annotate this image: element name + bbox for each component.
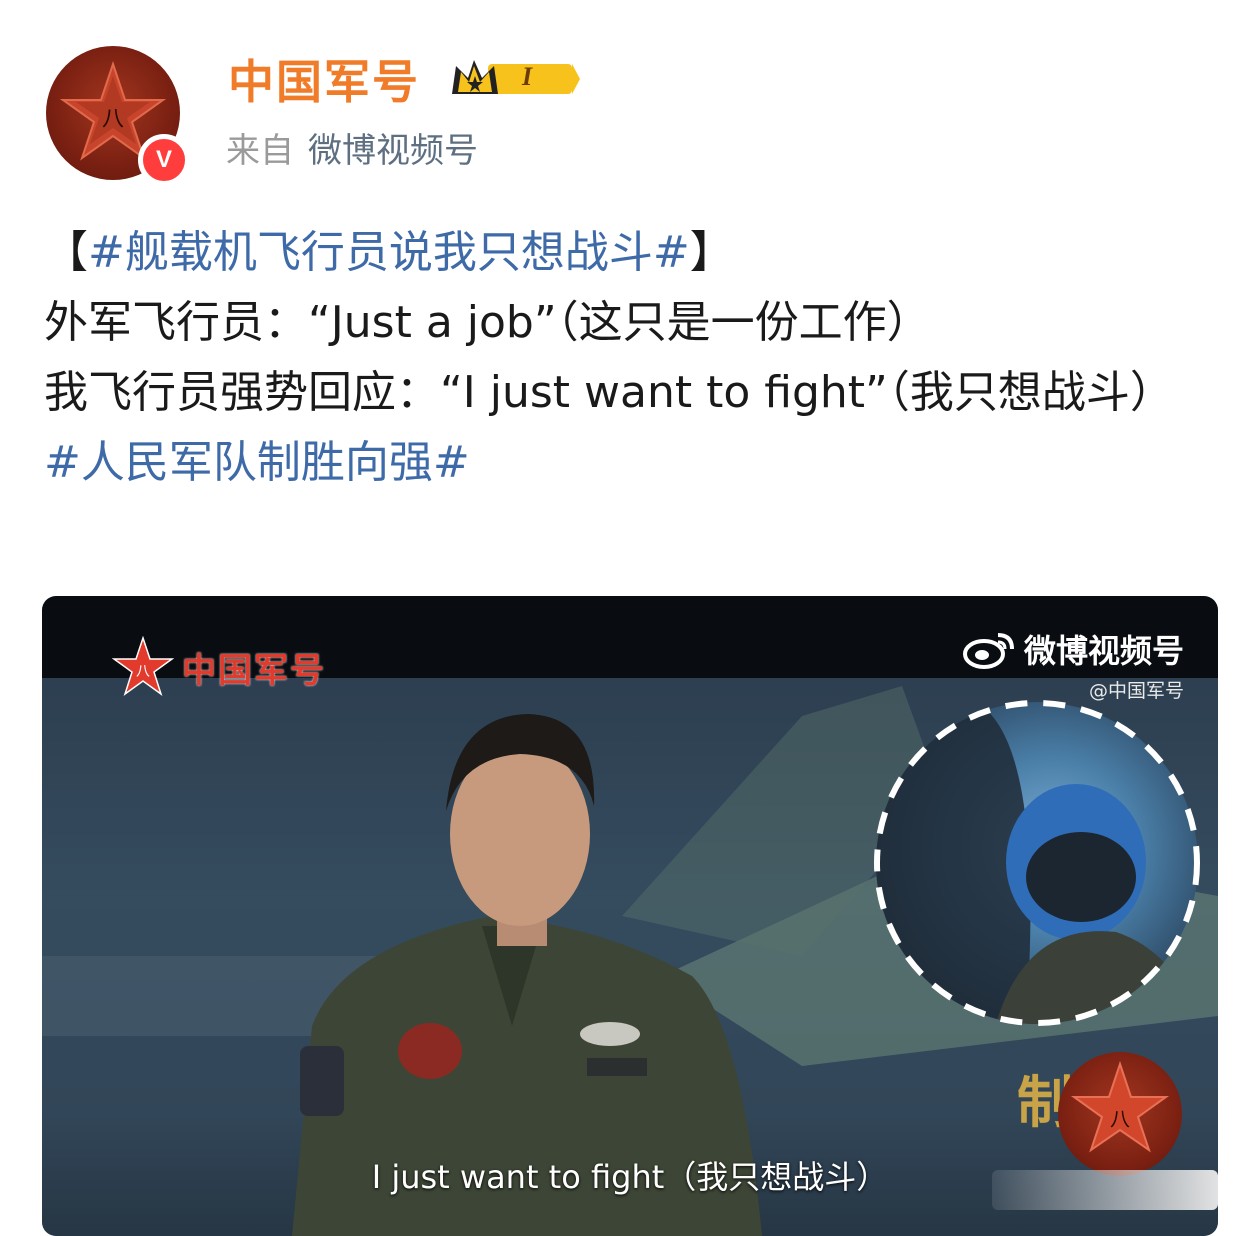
army-star-icon: 八 (112, 636, 174, 696)
source-channel-link[interactable]: 微博视频号 (308, 131, 478, 171)
svg-text:八: 八 (102, 107, 124, 132)
open-bracket: 【 (44, 227, 88, 278)
post-line-3: 我飞行员强势回应：“I just want to fight”（我只想战斗） (44, 367, 1174, 418)
post-line-2: 外军飞行员：“Just a job”（这只是一份工作） (44, 297, 931, 348)
topic-link[interactable]: #人民军队制胜向强# (44, 437, 470, 488)
inset-dashed-ring (874, 700, 1200, 1026)
blurred-overlay (992, 1170, 1218, 1210)
post-body: 【#舰载机飞行员说我只想战斗#】 外军飞行员：“Just a job”（这只是一… (44, 218, 1234, 498)
weibo-video-watermark: 微博视频号 @中国军号 (962, 626, 1184, 703)
verified-v-icon: V (138, 134, 190, 186)
account-name[interactable]: 中国军号 (228, 52, 420, 112)
weibo-logo-icon (962, 633, 1014, 669)
topic-link[interactable]: #舰载机飞行员说我只想战斗# (88, 227, 690, 278)
post-line-1: 【#舰载机飞行员说我只想战斗#】 (44, 218, 1234, 288)
post-line-4: #人民军队制胜向强# (44, 428, 1234, 498)
svg-text:八: 八 (136, 664, 150, 680)
source-prefix: 来自 (226, 131, 294, 171)
watermark-right-brand: 微博视频号 (1023, 632, 1184, 670)
crown-level-badge[interactable]: I (448, 56, 582, 106)
watermark-left-text: 中国军号 (182, 650, 326, 691)
svg-text:八: 八 (1110, 1107, 1130, 1131)
level-label: I (522, 62, 533, 91)
close-bracket: 】 (689, 227, 734, 278)
post-source: 来自 微博视频号 (226, 128, 478, 174)
channel-watermark: 八 中国军号 (112, 636, 326, 698)
video-player[interactable]: 八 中国军号 微博视频号 @中国军号 制 八 I just want to fi… (42, 596, 1218, 1236)
